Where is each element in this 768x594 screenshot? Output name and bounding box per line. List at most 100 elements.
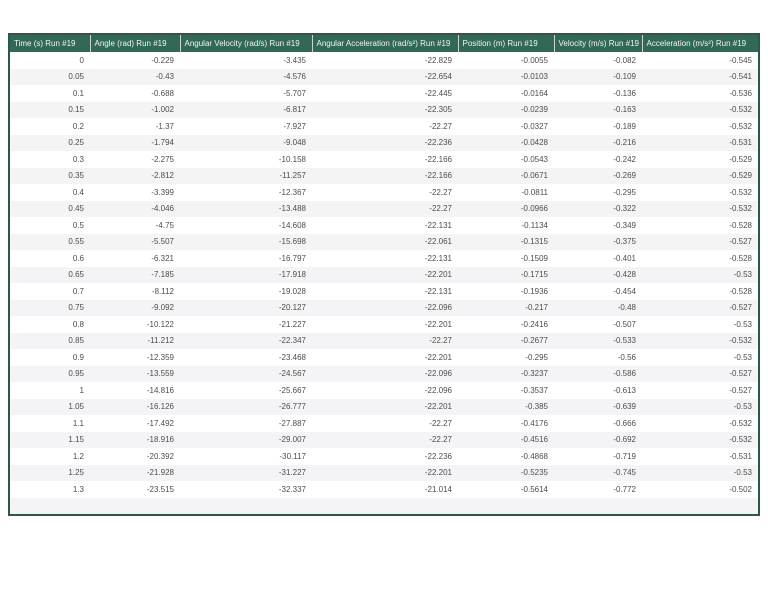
table-cell: -12.359 (146, 352, 174, 362)
table-row: 1.25 -21.928 -31.227 -22.201 -0.5235 -0.745 -0… (10, 464, 758, 481)
table-cell: -31.227 (278, 468, 306, 478)
table-cell: 0.5 (72, 220, 84, 230)
table-cell: -8.112 (151, 286, 174, 296)
table-cell: -0.109 (613, 72, 636, 82)
table-cell: -9.048 (283, 138, 306, 148)
table-cell: -0.613 (613, 385, 636, 395)
table-cell: -20.392 (146, 451, 174, 461)
column-header[interactable]: Velocity (m/s) Run #19 (554, 35, 643, 52)
column-header[interactable]: Time (s) Run #19 (10, 35, 91, 52)
table-cell: -0.295 (525, 352, 548, 362)
table-cell: -0.527 (729, 237, 752, 247)
table-cell: -0.545 (729, 55, 752, 65)
column-header[interactable]: Angular Velocity (rad/s) Run #19 (180, 35, 313, 52)
table-cell: -3.399 (151, 187, 174, 197)
table-cell: -0.532 (729, 187, 752, 197)
table-cell: -26.777 (278, 402, 306, 412)
table-cell: -0.692 (613, 435, 636, 445)
table-cell: -0.532 (729, 105, 752, 115)
table-cell: 0.15 (68, 105, 84, 115)
table-row: 0.95 -13.559 -24.567 -22.096 -0.3237 -0.586 -0… (10, 365, 758, 382)
table-cell: -0.666 (613, 418, 636, 428)
table-cell: -0.385 (525, 402, 548, 412)
table-cell: -6.321 (151, 253, 174, 263)
table-cell: -21.014 (424, 484, 452, 494)
table-cell: -0.229 (151, 55, 174, 65)
table-cell: 0 (79, 55, 84, 65)
table-cell: -22.201 (424, 270, 452, 280)
table-cell: -23.515 (146, 484, 174, 494)
table-row: 0.4 -3.399 -12.367 -22.27 -0.0811 -0.295 -0.53… (10, 184, 758, 201)
table-cell: 1.3 (72, 484, 84, 494)
table-cell (312, 498, 458, 515)
table-cell: -0.48 (617, 303, 636, 313)
table-cell: 0.6 (72, 253, 84, 263)
table-cell: -0.349 (613, 220, 636, 230)
table-cell: -0.3537 (520, 385, 548, 395)
table-cell: -11.257 (279, 171, 306, 181)
table-cell: -2.275 (151, 154, 174, 164)
table-cell: 0.3 (72, 154, 84, 164)
column-header[interactable]: Angular Acceleration (rad/s²) Run #19 (312, 35, 459, 52)
table-row: 0.85 -11.212 -22.347 -22.27 -0.2677 -0.533 -0.… (10, 332, 758, 349)
table-cell: -0.532 (729, 121, 752, 131)
column-header[interactable]: Acceleration (m/s²) Run #19 (642, 35, 758, 52)
table-cell: -13.559 (146, 369, 174, 379)
table-cell: -0.528 (729, 253, 752, 263)
table-cell: -22.236 (424, 451, 452, 461)
table-cell: -10.158 (278, 154, 306, 164)
table-row: 0.1 -0.688 -5.707 -22.445 -0.0164 -0.136 -0.53… (10, 85, 758, 102)
table-cell: -0.0543 (520, 154, 548, 164)
table-cell: 1.25 (68, 468, 84, 478)
table-cell: -22.27 (429, 204, 452, 214)
table-row: 0.65 -7.185 -17.918 -22.201 -0.1715 -0.428 -0.… (10, 266, 758, 283)
table-cell: -29.007 (278, 435, 306, 445)
table-cell: -7.185 (151, 270, 174, 280)
table-cell: 0.35 (68, 171, 84, 181)
table-cell: -0.0103 (520, 72, 548, 82)
table-row: 0.45 -4.046 -13.488 -22.27 -0.0966 -0.322 -0.5… (10, 200, 758, 217)
table-cell (10, 498, 90, 515)
table-cell: -15.698 (278, 237, 306, 247)
table-cell: -0.5235 (520, 468, 548, 478)
table-cell: -3.435 (283, 55, 306, 65)
table-cell: -0.189 (613, 121, 636, 131)
table-cell: -22.201 (424, 352, 452, 362)
table-cell: 0.75 (68, 303, 84, 313)
table-cell: -0.527 (729, 385, 752, 395)
table-cell: -2.812 (151, 171, 174, 181)
table-cell: 1.15 (68, 435, 84, 445)
table-cell: -22.201 (424, 468, 452, 478)
table-cell: -22.201 (424, 319, 452, 329)
table-row: 1.05 -16.126 -26.777 -22.201 -0.385 -0.639 -0.… (10, 398, 758, 415)
table-cell: -0.507 (613, 319, 636, 329)
table-cell: -0.502 (729, 484, 752, 494)
table-cell: -0.53 (733, 352, 752, 362)
table-cell: -0.536 (729, 88, 752, 98)
table-row: 0.8 -10.122 -21.227 -22.201 -0.2416 -0.507 -0.… (10, 316, 758, 333)
table-cell: -0.1715 (520, 270, 548, 280)
table-cell: -32.337 (278, 484, 306, 494)
table-cell: -4.046 (151, 204, 174, 214)
table-cell: -22.061 (424, 237, 452, 247)
table-cell: 0.55 (68, 237, 84, 247)
table-cell: 0.05 (68, 72, 84, 82)
table-cell: -0.528 (729, 220, 752, 230)
table-cell: -0.531 (729, 451, 752, 461)
table-cell: -22.27 (429, 121, 452, 131)
table-cell: -0.53 (733, 468, 752, 478)
table-cell: -0.216 (613, 138, 636, 148)
table-cell: -22.166 (424, 154, 452, 164)
table-row: 0.5 -4.75 -14.608 -22.131 -0.1134 -0.349 -0.52… (10, 217, 758, 234)
column-header[interactable]: Position (m) Run #19 (458, 35, 555, 52)
table-row: 0.55 -5.507 -15.698 -22.061 -0.1315 -0.375 -0.… (10, 233, 758, 250)
column-header[interactable]: Angle (rad) Run #19 (90, 35, 181, 52)
table-cell: -22.166 (424, 171, 452, 181)
table-cell (90, 498, 180, 515)
table-cell (458, 498, 554, 515)
table-cell: -22.305 (424, 105, 452, 115)
table-cell: -22.096 (424, 303, 452, 313)
table-cell: -0.532 (729, 418, 752, 428)
table-cell: -0.688 (151, 88, 174, 98)
table-row: 0.75 -9.092 -20.127 -22.096 -0.217 -0.48 -0.52… (10, 299, 758, 316)
